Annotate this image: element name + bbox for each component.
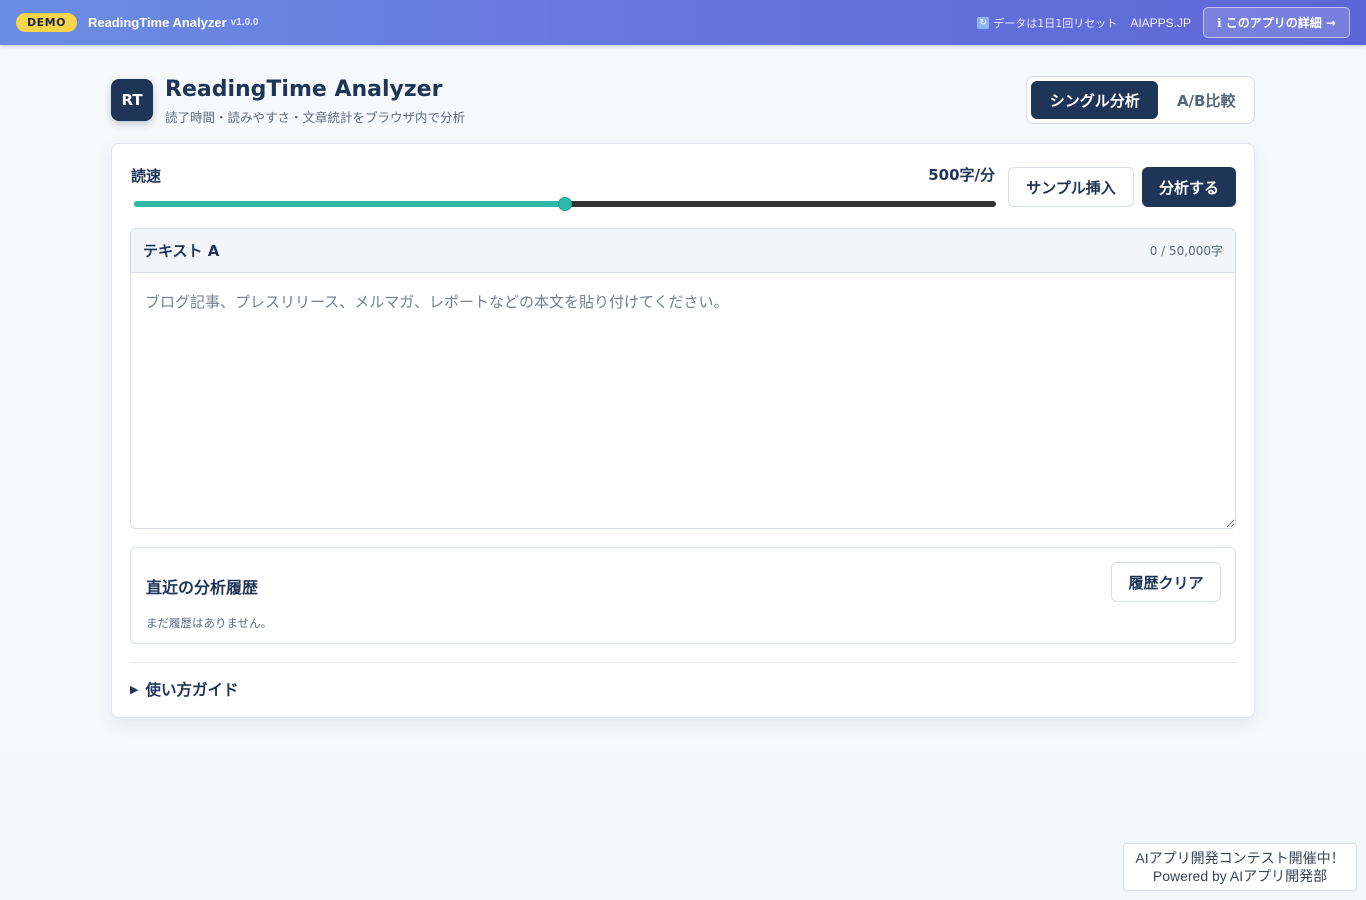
tab-ab-compare[interactable]: A/B比較 — [1162, 81, 1250, 119]
reset-note: ↻ データは1日1回リセット — [977, 15, 1117, 31]
topbar-app-name: ReadingTime Analyzer — [87, 15, 227, 30]
app-logo: RT — [111, 79, 153, 121]
slider-thumb[interactable] — [558, 197, 572, 211]
text-a-title: テキスト A — [143, 242, 220, 260]
history-panel: 直近の分析履歴 まだ履歴はありません。 履歴クリア — [130, 547, 1236, 644]
tab-single-analysis[interactable]: シングル分析 — [1031, 81, 1159, 119]
app-header: RT ReadingTime Analyzer 読了時間・読みやすさ・文章統計を… — [111, 76, 1255, 126]
site-link[interactable]: AIAPPS.JP — [1130, 16, 1191, 30]
text-a-input[interactable] — [131, 273, 1235, 528]
demo-badge: DEMO — [16, 13, 77, 32]
disclosure-triangle-icon: ▶ — [130, 682, 139, 696]
history-title: 直近の分析履歴 — [146, 578, 259, 597]
text-a-panel: テキスト A 0 / 50,000字 — [130, 228, 1236, 529]
reset-note-text: データは1日1回リセット — [993, 16, 1118, 30]
slider-fill — [134, 201, 565, 207]
reading-speed-label: 読速 — [131, 167, 162, 185]
contest-badge[interactable]: AIアプリ開発コンテスト開催中！ Powered by AIアプリ開発部 — [1123, 843, 1357, 891]
usage-guide-label: 使い方ガイド — [145, 681, 239, 699]
char-count: 0 / 50,000字 — [1149, 244, 1223, 258]
refresh-icon: ↻ — [977, 16, 990, 29]
contest-badge-line1: AIアプリ開発コンテスト開催中！ — [1135, 850, 1345, 866]
page-subtitle: 読了時間・読みやすさ・文章統計をブラウザ内で分析 — [165, 110, 466, 125]
reading-speed-slider[interactable] — [134, 197, 996, 211]
usage-guide-toggle[interactable]: ▶ 使い方ガイド — [130, 678, 238, 700]
reading-speed-value: 500字/分 — [928, 166, 995, 184]
history-empty-text: まだ履歴はありません。 — [146, 616, 273, 630]
contest-badge-line2: Powered by AIアプリ開発部 — [1152, 868, 1328, 884]
topbar-version: v1.0.0 — [230, 17, 259, 28]
analyzer-card: 読速 500字/分 サンプル挿入 分析する テキスト A 0 / 50,000字… — [111, 143, 1255, 718]
topbar-right: ↻ データは1日1回リセット AIAPPS.JP ℹ このアプリの詳細 → — [977, 7, 1350, 38]
page-title: ReadingTime Analyzer — [165, 77, 443, 102]
mode-switch: シングル分析 A/B比較 — [1026, 76, 1255, 124]
clear-history-button[interactable]: 履歴クリア — [1111, 562, 1221, 602]
about-app-button[interactable]: ℹ このアプリの詳細 → — [1203, 7, 1350, 38]
analyze-button[interactable]: 分析する — [1142, 167, 1236, 207]
divider — [130, 662, 1236, 663]
top-bar: DEMO ReadingTime Analyzer v1.0.0 ↻ データは1… — [0, 0, 1366, 45]
text-a-header: テキスト A 0 / 50,000字 — [131, 229, 1235, 273]
insert-sample-button[interactable]: サンプル挿入 — [1008, 167, 1134, 207]
